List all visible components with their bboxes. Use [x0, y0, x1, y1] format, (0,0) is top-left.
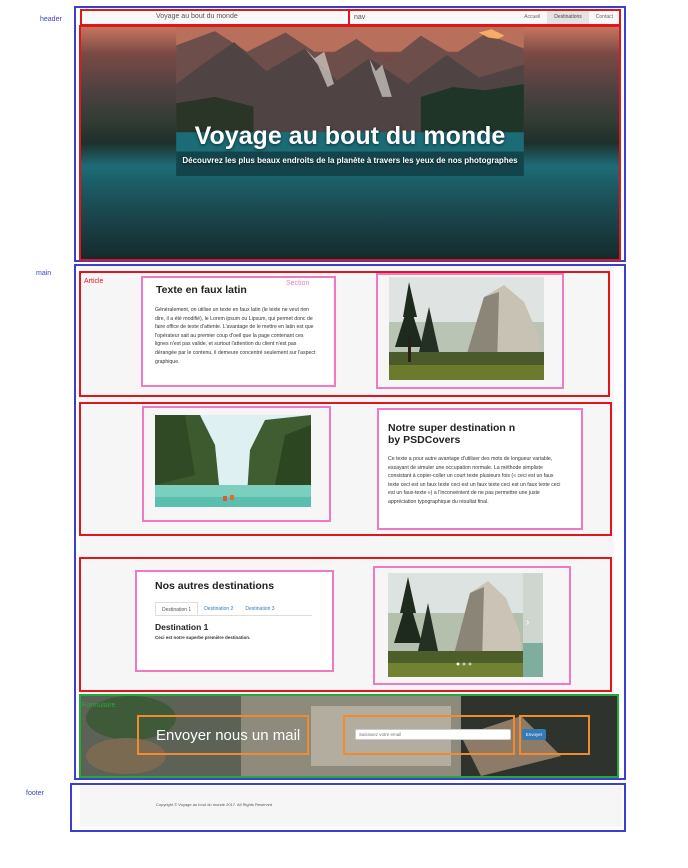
article-2-title-line-2: by PSDCovers	[388, 434, 461, 446]
form-title: Envoyer nous un mail	[156, 727, 301, 744]
brand-title[interactable]: Voyage au bout du monde	[156, 13, 238, 20]
nav-annotation-label: nav	[354, 14, 366, 21]
article-2-paragraph: Ce texte a pour autre avantage d'utilise…	[388, 456, 561, 505]
hero-banner: Voyage au bout du monde Découvrez les pl…	[80, 26, 620, 259]
nav-links: Accueil Destinations Contact	[517, 10, 620, 25]
lagoon-image	[155, 415, 311, 507]
nav-link-accueil[interactable]: Accueil	[517, 10, 547, 25]
section-annotation-label: Section	[286, 280, 310, 287]
header-annotation-label: header	[40, 16, 62, 23]
article-1-title: Texte en faux latin	[156, 284, 247, 296]
form-annotation-label: Formulaire	[82, 702, 116, 709]
article-1-paragraph: Généralement, on utilise un texte en fau…	[155, 307, 316, 365]
nav-link-contact[interactable]: Contact	[589, 10, 620, 25]
destination-tabs: Destination 1 Destination 2 Destination …	[155, 602, 312, 616]
article-2-title-line-1: Notre super destination n	[388, 422, 516, 434]
article-3-title: Nos autres destinations	[155, 580, 275, 592]
tab-pane-text: Ceci est notre superbe première destinat…	[155, 635, 251, 640]
yosemite-image	[389, 277, 544, 380]
nav-link-destinations[interactable]: Destinations	[547, 10, 589, 25]
tab-destination-1[interactable]: Destination 1	[155, 602, 199, 615]
carousel: ›	[388, 573, 543, 677]
hero-subtitle: Découvrez les plus beaux endroits de la …	[182, 156, 518, 165]
tab-destination-2[interactable]: Destination 2	[198, 602, 239, 615]
article-2-title: Notre super destination n by PSDCovers	[388, 422, 515, 446]
footer-annotation-label: footer	[26, 790, 44, 797]
mountain-lake-image	[176, 26, 524, 176]
email-input[interactable]	[355, 729, 511, 740]
navbar: Voyage au bout du monde Accueil Destinat…	[80, 10, 620, 25]
hero-title: Voyage au bout du monde	[194, 122, 506, 150]
submit-button[interactable]: Envoyer	[522, 729, 546, 740]
chevron-right-icon[interactable]: ›	[526, 617, 529, 628]
main-annotation-label: main	[36, 270, 52, 277]
footer-copyright: Copyright © Voyage au bout du monde 2017…	[156, 802, 273, 807]
article-annotation-label: Article	[84, 278, 104, 285]
tab-pane-title: Destination 1	[155, 622, 209, 632]
carousel-slide-image	[388, 573, 543, 677]
tab-destination-3[interactable]: Destination 3	[239, 602, 280, 615]
